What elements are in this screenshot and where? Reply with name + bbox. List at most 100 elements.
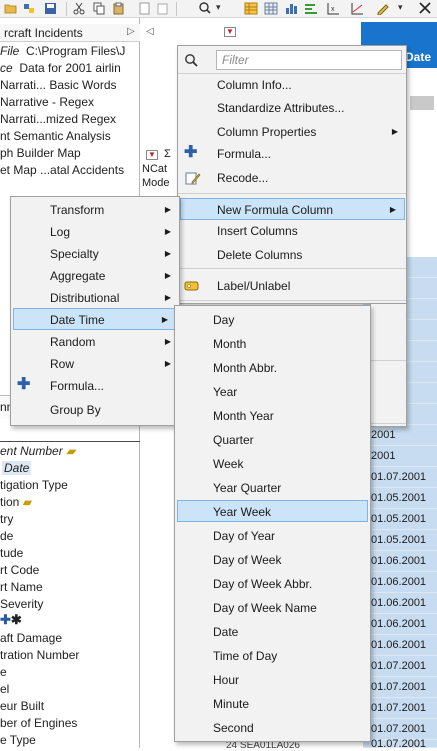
column-item[interactable]: tion ▰ <box>0 495 32 509</box>
fit-y-by-x-icon[interactable]: x <box>326 2 340 15</box>
menu-item-second[interactable]: Second <box>175 717 370 739</box>
grid-cell[interactable]: 01.06.2001 <box>363 593 437 614</box>
grid-cell[interactable]: 01.07.2001 <box>363 677 437 698</box>
menu-item-group-by[interactable]: Group By <box>11 399 179 421</box>
new-table-icon[interactable] <box>138 2 152 15</box>
column-item[interactable]: aft Damage <box>0 631 62 645</box>
collapse-arrow-icon[interactable]: ▷ <box>127 26 135 37</box>
column-item[interactable]: rt Name <box>0 580 43 594</box>
column-item[interactable]: ber of Engines <box>0 716 77 730</box>
python-icon[interactable] <box>22 2 36 15</box>
menu-item-aggregate[interactable]: Aggregate ▶ <box>11 265 179 287</box>
grid-cell[interactable]: 01.05.2001 <box>363 488 437 509</box>
menu-item-month-year[interactable]: Month Year <box>175 405 370 427</box>
chevron-down-icon[interactable]: ▾ <box>216 2 221 13</box>
column-item[interactable]: tigation Type <box>0 478 68 492</box>
column-item[interactable]: de <box>0 529 13 543</box>
menu-item-formula[interactable]: Formula... <box>11 375 179 397</box>
grid-cell[interactable]: 01.07.2001 <box>363 739 437 750</box>
menu-item-distributional[interactable]: Distributional ▶ <box>11 287 179 309</box>
script-item[interactable]: Narrati... Basic Words <box>0 78 117 95</box>
sigma-icon[interactable]: Σ <box>164 148 171 160</box>
script-icon[interactable] <box>376 2 390 15</box>
clipboard-icon[interactable] <box>156 2 170 15</box>
grid-icon[interactable] <box>264 2 278 15</box>
cut-icon[interactable] <box>72 2 86 15</box>
script-item[interactable]: Narrati...mized Regex <box>0 112 116 129</box>
filter-input[interactable]: Filter <box>216 50 402 70</box>
menu-item-day[interactable]: Day <box>175 309 370 331</box>
close-icon[interactable] <box>418 2 432 15</box>
fit-model-icon[interactable] <box>350 2 364 15</box>
menu-item-day-of-week-name[interactable]: Day of Week Name <box>175 597 370 619</box>
menu-item-new-formula-column[interactable]: New Formula Column ▶ <box>180 198 405 220</box>
menu-item-column-properties[interactable]: Column Properties ▶ <box>178 121 406 143</box>
script-item[interactable]: Narrative - Regex <box>0 95 94 112</box>
script-item[interactable]: et Map ...atal Accidents <box>0 163 124 180</box>
menu-item-day-of-year[interactable]: Day of Year <box>175 525 370 547</box>
table-title[interactable]: rcraft Incidents <box>4 26 83 40</box>
column-item[interactable]: rt Code <box>0 563 39 577</box>
grid-cell[interactable]: 01.06.2001 <box>363 551 437 572</box>
grid-cell[interactable]: 01.06.2001 <box>363 572 437 593</box>
column-item-selected[interactable]: Date <box>2 461 32 475</box>
grid-cell[interactable]: 01.07.2001 <box>363 698 437 719</box>
menu-item-label-unlabel[interactable]: Label/Unlabel <box>178 275 406 297</box>
column-item[interactable]: try <box>0 512 13 526</box>
menu-item-month-abbr[interactable]: Month Abbr. <box>175 357 370 379</box>
menu-item-date-time[interactable]: Date Time ▶ <box>13 308 177 330</box>
script-item[interactable]: ph Builder Map <box>0 146 81 163</box>
column-item[interactable]: eur Built <box>0 699 44 713</box>
save-icon[interactable] <box>44 2 58 15</box>
bar-chart-icon[interactable] <box>304 2 318 15</box>
grid-cell[interactable]: 01.07.2001 <box>363 467 437 488</box>
menu-item-row[interactable]: Row ▶ <box>11 353 179 375</box>
menu-item-insert-columns[interactable]: Insert Columns <box>178 220 406 242</box>
data-table-icon[interactable] <box>244 2 258 15</box>
column-dropdown-icon[interactable]: ▼ <box>146 150 158 160</box>
grid-cell[interactable]: 01.05.2001 <box>363 509 437 530</box>
column-item[interactable]: el <box>0 682 9 696</box>
menu-item-formula[interactable]: Formula... <box>178 143 406 165</box>
menu-item-year[interactable]: Year <box>175 381 370 403</box>
script-item[interactable]: ce Data for 2001 airlin <box>0 61 121 78</box>
script-item[interactable]: nt Semantic Analysis <box>0 129 111 146</box>
menu-item-delete-columns[interactable]: Delete Columns <box>178 244 406 266</box>
menu-item-year-week[interactable]: Year Week <box>177 500 368 522</box>
grid-cell[interactable]: 01.06.2001 <box>363 635 437 656</box>
menu-item-time-of-day[interactable]: Time of Day <box>175 645 370 667</box>
folder-open-icon[interactable] <box>4 2 18 15</box>
menu-item-date[interactable]: Date <box>175 621 370 643</box>
grid-cell[interactable]: 2001 <box>363 425 437 446</box>
menu-item-specialty[interactable]: Specialty ▶ <box>11 243 179 265</box>
column-item[interactable]: ent Number ▰ <box>0 444 75 458</box>
menu-item-recode[interactable]: Recode... <box>178 167 406 189</box>
menu-item-random[interactable]: Random ▶ <box>11 331 179 353</box>
column-item[interactable]: e Type <box>0 733 36 747</box>
column-dropdown-icon[interactable]: ▼ <box>224 27 236 37</box>
menu-item-day-of-week[interactable]: Day of Week <box>175 549 370 571</box>
menu-item-transform[interactable]: Transform ▶ <box>11 199 179 221</box>
column-item[interactable]: tude <box>0 546 23 560</box>
chevron-down-icon[interactable]: ▾ <box>398 2 403 13</box>
grid-cell[interactable]: 2001 <box>363 446 437 467</box>
menu-item-column-info[interactable]: Column Info... <box>178 74 406 96</box>
copy-icon[interactable] <box>92 2 106 15</box>
grid-cell[interactable]: 01.07.2001 <box>363 719 437 740</box>
menu-item-year-quarter[interactable]: Year Quarter <box>175 477 370 499</box>
menu-item-day-of-week-abbr[interactable]: Day of Week Abbr. <box>175 573 370 595</box>
grid-cell[interactable]: 01.05.2001 <box>363 530 437 551</box>
menu-item-quarter[interactable]: Quarter <box>175 429 370 451</box>
menu-item-week[interactable]: Week <box>175 453 370 475</box>
menu-item-hour[interactable]: Hour <box>175 669 370 691</box>
distribution-icon[interactable] <box>284 2 298 15</box>
column-item[interactable]: Severity <box>0 597 43 611</box>
menu-item-month[interactable]: Month <box>175 333 370 355</box>
column-item[interactable]: e <box>0 665 7 679</box>
search-icon[interactable] <box>198 2 212 15</box>
script-item[interactable]: File C:\Program Files\J <box>0 44 125 61</box>
grid-cell[interactable]: 01.07.2001 <box>363 656 437 677</box>
paste-icon[interactable] <box>112 2 126 15</box>
collapse-arrow-icon[interactable]: ◁ <box>146 26 154 37</box>
column-item[interactable]: tration Number <box>0 648 79 662</box>
